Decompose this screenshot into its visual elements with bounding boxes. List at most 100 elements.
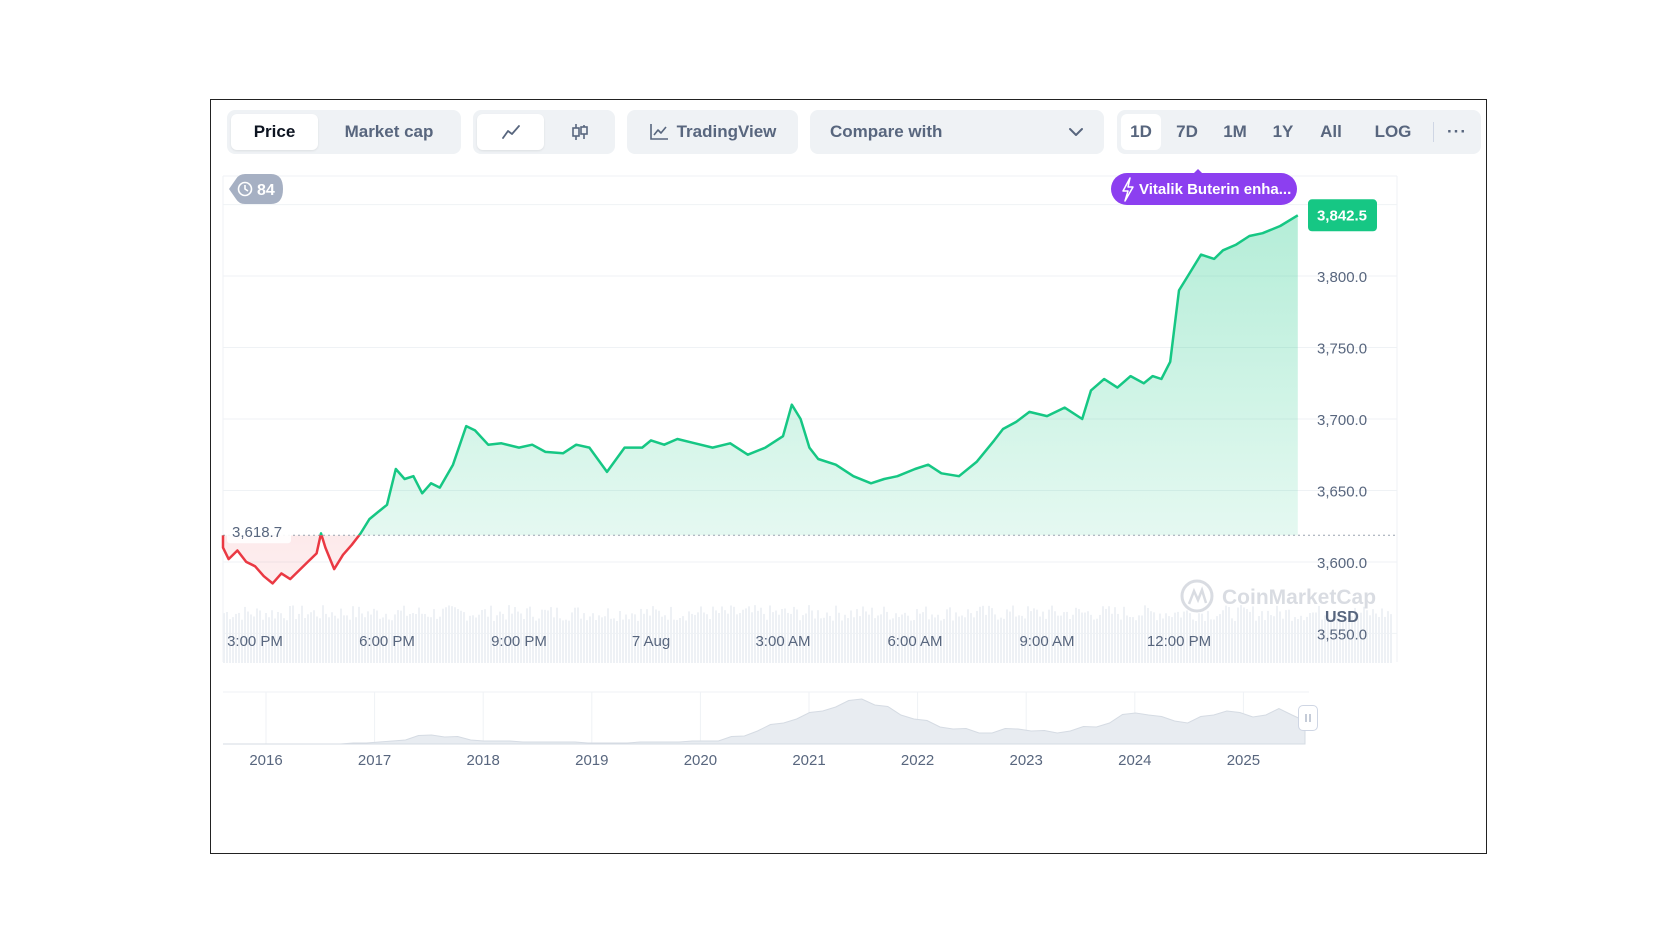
volume-bar	[376, 610, 378, 663]
volume-bar	[907, 615, 909, 663]
volume-bar	[721, 606, 723, 663]
volume-bar	[616, 620, 618, 663]
volume-bar	[358, 606, 360, 663]
volume-bar	[1336, 615, 1338, 663]
volume-bar	[661, 616, 663, 663]
more-options-button[interactable]: ···	[1439, 114, 1475, 150]
volume-bar	[241, 619, 243, 663]
volume-bar	[814, 618, 816, 663]
volume-bar	[637, 620, 639, 663]
volume-bar	[1045, 618, 1047, 663]
volume-bar	[700, 606, 702, 663]
volume-bar	[571, 612, 573, 663]
volume-bar	[784, 608, 786, 663]
volume-bar	[1252, 606, 1254, 663]
volume-bar	[487, 616, 489, 663]
volume-bar	[754, 605, 756, 663]
volume-bar	[1156, 620, 1158, 663]
volume-bar	[808, 605, 810, 663]
volume-bar	[1066, 611, 1068, 663]
volume-bar	[670, 606, 672, 663]
volume-bar	[1342, 615, 1344, 663]
range-7d[interactable]: 7D	[1165, 114, 1209, 150]
history-badge: 84	[229, 174, 283, 204]
volume-bar	[1297, 619, 1299, 663]
volume-bar	[1273, 616, 1275, 663]
volume-bar	[355, 617, 357, 663]
volume-bar	[1369, 615, 1371, 663]
log-scale-button[interactable]: LOG	[1363, 114, 1423, 150]
volume-bar	[628, 619, 630, 663]
range-divider	[1433, 122, 1434, 142]
compare-with-dropdown[interactable]: Compare with	[810, 110, 1104, 154]
volume-bar	[373, 608, 375, 663]
volume-bar	[781, 608, 783, 663]
volume-bar	[688, 611, 690, 663]
volume-bar	[559, 618, 561, 663]
volume-bar	[1276, 605, 1278, 663]
navigator-year-label: 2019	[575, 752, 608, 769]
x-tick-label: 6:00 PM	[359, 633, 415, 650]
volume-bar	[292, 605, 294, 663]
volume-bar	[964, 617, 966, 663]
navigator-year-label: 2020	[684, 752, 717, 769]
volume-bar	[1039, 616, 1041, 663]
volume-bar	[760, 607, 762, 663]
range-1m[interactable]: 1M	[1213, 114, 1257, 150]
candlestick-button[interactable]	[548, 114, 611, 150]
volume-bar	[415, 613, 417, 663]
volume-bar	[1003, 618, 1005, 663]
volume-bar	[1147, 607, 1149, 663]
volume-bar	[343, 615, 345, 663]
volume-bar	[289, 605, 291, 663]
candlestick-icon	[571, 124, 588, 140]
volume-bar	[1351, 616, 1353, 663]
volume-bar	[529, 606, 531, 663]
volume-bar	[388, 619, 390, 663]
volume-bar	[442, 608, 444, 663]
volume-bar	[610, 618, 612, 663]
navigator-handle[interactable]	[1298, 705, 1318, 731]
volume-bar	[1309, 613, 1311, 663]
volume-bar	[1243, 607, 1245, 663]
volume-bar	[682, 616, 684, 663]
range-1y[interactable]: 1Y	[1261, 114, 1305, 150]
volume-bar	[349, 619, 351, 663]
volume-bar	[811, 610, 813, 663]
y-axis-labels: 3,800.0 3,750.0 3,700.0 3,650.0 3,600.0 3,550…	[1317, 269, 1367, 643]
volume-bar	[1144, 605, 1146, 663]
line-chart-button[interactable]	[477, 114, 544, 150]
volume-bar	[946, 609, 948, 663]
volume-bar	[1270, 615, 1272, 663]
range-1d[interactable]: 1D	[1121, 114, 1161, 150]
volume-bar	[631, 613, 633, 663]
market-cap-tab[interactable]: Market cap	[322, 114, 456, 150]
volume-bar	[547, 610, 549, 663]
volume-bar	[640, 608, 642, 663]
range-navigator: 2016 2017 2018 2019 2020 2021 2022 2023 2024 2025	[223, 691, 1309, 769]
volume-bar	[679, 618, 681, 663]
navigator-year-label: 2022	[901, 752, 934, 769]
volume-bar	[868, 614, 870, 663]
volume-bar	[904, 612, 906, 663]
volume-bar	[694, 614, 696, 663]
volume-bar	[439, 616, 441, 663]
volume-bar	[310, 612, 312, 663]
volume-bar	[1213, 619, 1215, 663]
volume-bar	[856, 609, 858, 663]
volume-bar	[1192, 619, 1194, 663]
lightning-icon	[1122, 177, 1134, 202]
volume-bar	[1105, 608, 1107, 663]
range-all[interactable]: All	[1309, 114, 1353, 150]
volume-bar	[481, 610, 483, 663]
volume-bar	[583, 613, 585, 663]
price-tab[interactable]: Price	[231, 114, 318, 150]
volume-bar	[499, 611, 501, 663]
volume-bar	[1180, 617, 1182, 663]
volume-bar	[1141, 615, 1143, 663]
volume-bar	[772, 612, 774, 663]
volume-bar	[751, 612, 753, 663]
volume-bar	[859, 616, 861, 663]
tradingview-button[interactable]: TradingView	[627, 110, 798, 154]
volume-bar	[1054, 611, 1056, 663]
